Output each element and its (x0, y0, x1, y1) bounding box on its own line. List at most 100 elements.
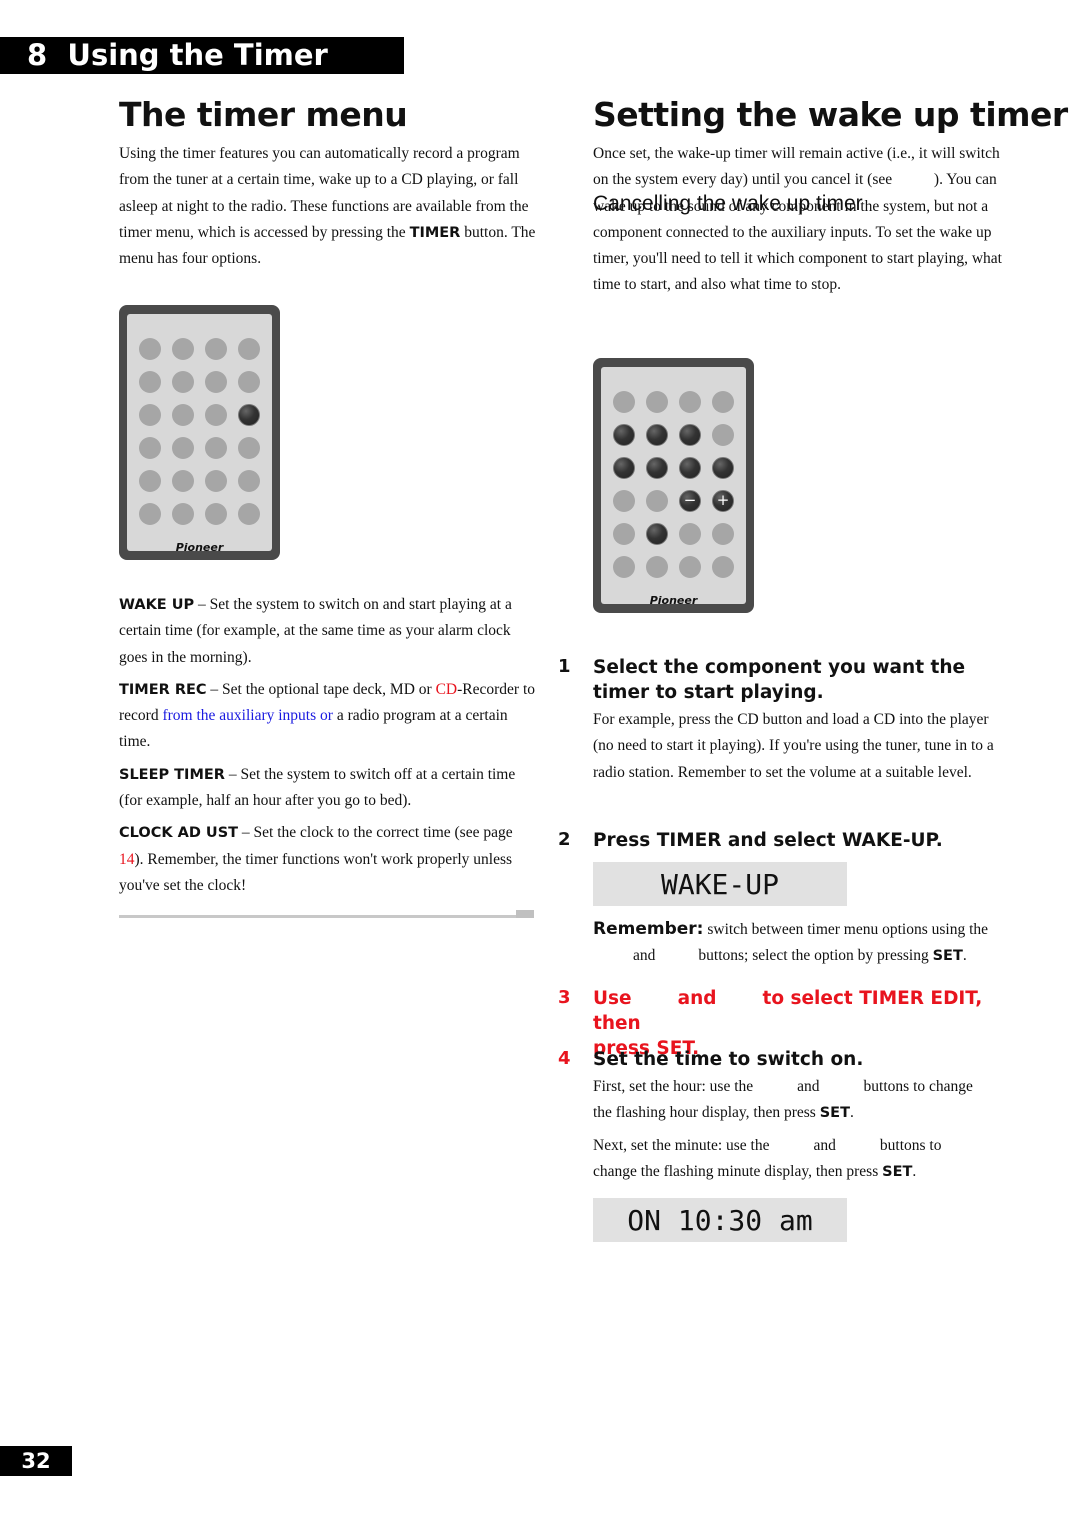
set-keyword: SET (819, 1105, 850, 1122)
step-4-minute-text: Next, set the minute: use the and buttons … (593, 1133, 1013, 1186)
remote-button (679, 457, 701, 479)
remote-button (712, 457, 734, 479)
step-2-title: Press TIMER and select WAKE-UP. (593, 830, 943, 851)
remote-button (712, 391, 734, 413)
text: buttons to change (863, 1078, 973, 1095)
chapter-number: 8 (27, 38, 48, 72)
timer-options-list: WAKE UP – Set the system to switch on an… (119, 592, 539, 899)
remote-button (238, 371, 260, 393)
text: change the flashing minute display, then… (593, 1163, 883, 1181)
title-rest: to select TIMER EDIT, then (593, 988, 983, 1034)
period: . (962, 947, 967, 965)
and-text: and (797, 1078, 820, 1095)
remote-button (172, 371, 194, 393)
pioneer-logo: Pioneer (175, 541, 224, 554)
step-1-text: For example, press the CD button and loa… (593, 711, 994, 781)
text: the flashing hour display, then press (593, 1104, 820, 1122)
remote-button (172, 404, 194, 426)
option-timer-rec: TIMER REC – Set the optional tape deck, … (119, 677, 539, 756)
step-1-number: 1 (558, 656, 571, 677)
wake-up-intro: Once set, the wake-up timer will remain … (593, 141, 1008, 299)
text: First, set the hour: use the (593, 1078, 754, 1095)
text: Next, set the minute: use the (593, 1137, 770, 1154)
remote-button (679, 424, 701, 446)
step-4-title: Set the time to switch on. (593, 1049, 864, 1070)
set-keyword: SET (932, 948, 963, 965)
remote-button (712, 556, 734, 578)
remote-button (139, 437, 161, 459)
remote-button (613, 391, 635, 413)
remote-button (238, 503, 260, 525)
sep: – (238, 824, 254, 842)
remote-button (139, 404, 161, 426)
period: . (849, 1104, 854, 1122)
remote-button (679, 391, 701, 413)
remote-button (613, 556, 635, 578)
section-title-timer-menu: The timer menu (119, 95, 408, 134)
divider (119, 915, 534, 918)
remember-label: Remember: (593, 919, 704, 939)
text: buttons to (879, 1137, 942, 1154)
remote-button (139, 470, 161, 492)
sep: – (206, 680, 223, 698)
remote-button (139, 338, 161, 360)
remote-button (139, 371, 161, 393)
remote-button (205, 503, 227, 525)
remote-button (238, 338, 260, 360)
divider-tab (516, 910, 534, 918)
period: . (912, 1163, 917, 1181)
option-text: Set the optional tape deck, MD or (222, 680, 436, 698)
cd-text: CD (435, 680, 458, 698)
remote-button (238, 437, 260, 459)
remote-button (613, 490, 635, 512)
pioneer-logo: Pioneer (649, 594, 698, 607)
remote-illustration-timer: Pioneer (119, 305, 280, 560)
step-1-title: Select the component you want the timer … (593, 657, 966, 703)
step-4-hour-text: First, set the hour: use the and buttons t… (593, 1074, 1013, 1127)
option-wake-up: WAKE UP – Set the system to switch on an… (119, 592, 539, 671)
remember-text: switch between timer menu options using … (703, 921, 989, 938)
option-text: ). Remember, the timer functions won't w… (119, 850, 513, 894)
option-sleep-timer: SLEEP TIMER – Set the system to switch o… (119, 762, 539, 815)
option-name: TIMER REC (119, 681, 207, 698)
option-name: SLEEP TIMER (119, 766, 225, 783)
and-text: and (677, 988, 717, 1009)
sep: – (194, 596, 210, 613)
step-4-number: 4 (558, 1048, 571, 1069)
remote-button (613, 523, 635, 545)
timer-keyword: TIMER (409, 224, 461, 241)
remote-button (679, 556, 701, 578)
page-link[interactable]: 14 (119, 851, 135, 868)
chapter-title: Using the Timer (67, 38, 328, 72)
minus-button-icon: − (679, 490, 701, 512)
timer-menu-intro: Using the timer features you can automat… (119, 141, 539, 272)
option-name: WAKE UP (119, 597, 195, 613)
remote-button (646, 391, 668, 413)
lcd-display-wake-up: WAKE-UP (593, 862, 847, 906)
remember-note: Remember: switch between timer menu opti… (593, 916, 1013, 970)
lcd-display-time: ON 10:30 am (593, 1198, 847, 1242)
remote-button (679, 523, 701, 545)
option-text: Set the clock to the correct time (see p… (253, 824, 513, 842)
remote-button (205, 470, 227, 492)
remote-button (646, 457, 668, 479)
remote-button (205, 404, 227, 426)
remote-button (172, 437, 194, 459)
plus-button-icon: + (712, 490, 734, 512)
remote-button (613, 457, 635, 479)
and-text: and (633, 947, 656, 965)
section-title-wake-up: Setting the wake up timer (593, 95, 1068, 134)
intro-text-end: ). You can wake up to the sound of any c… (593, 171, 1002, 294)
and-text: and (813, 1137, 836, 1154)
remote-button (613, 424, 635, 446)
cancel-wake-up-link[interactable]: Cancelling the wake up timer (593, 192, 863, 216)
remote-button (646, 556, 668, 578)
remote-button (238, 470, 260, 492)
remote-button (646, 523, 668, 545)
remember-text: buttons; select the option by pressing (698, 947, 933, 965)
remote-button (172, 338, 194, 360)
use-text: Use (593, 988, 632, 1009)
remote-button (205, 371, 227, 393)
remote-button (646, 424, 668, 446)
manual-page: 8 Using the Timer The timer menu Using t… (0, 0, 1080, 1526)
